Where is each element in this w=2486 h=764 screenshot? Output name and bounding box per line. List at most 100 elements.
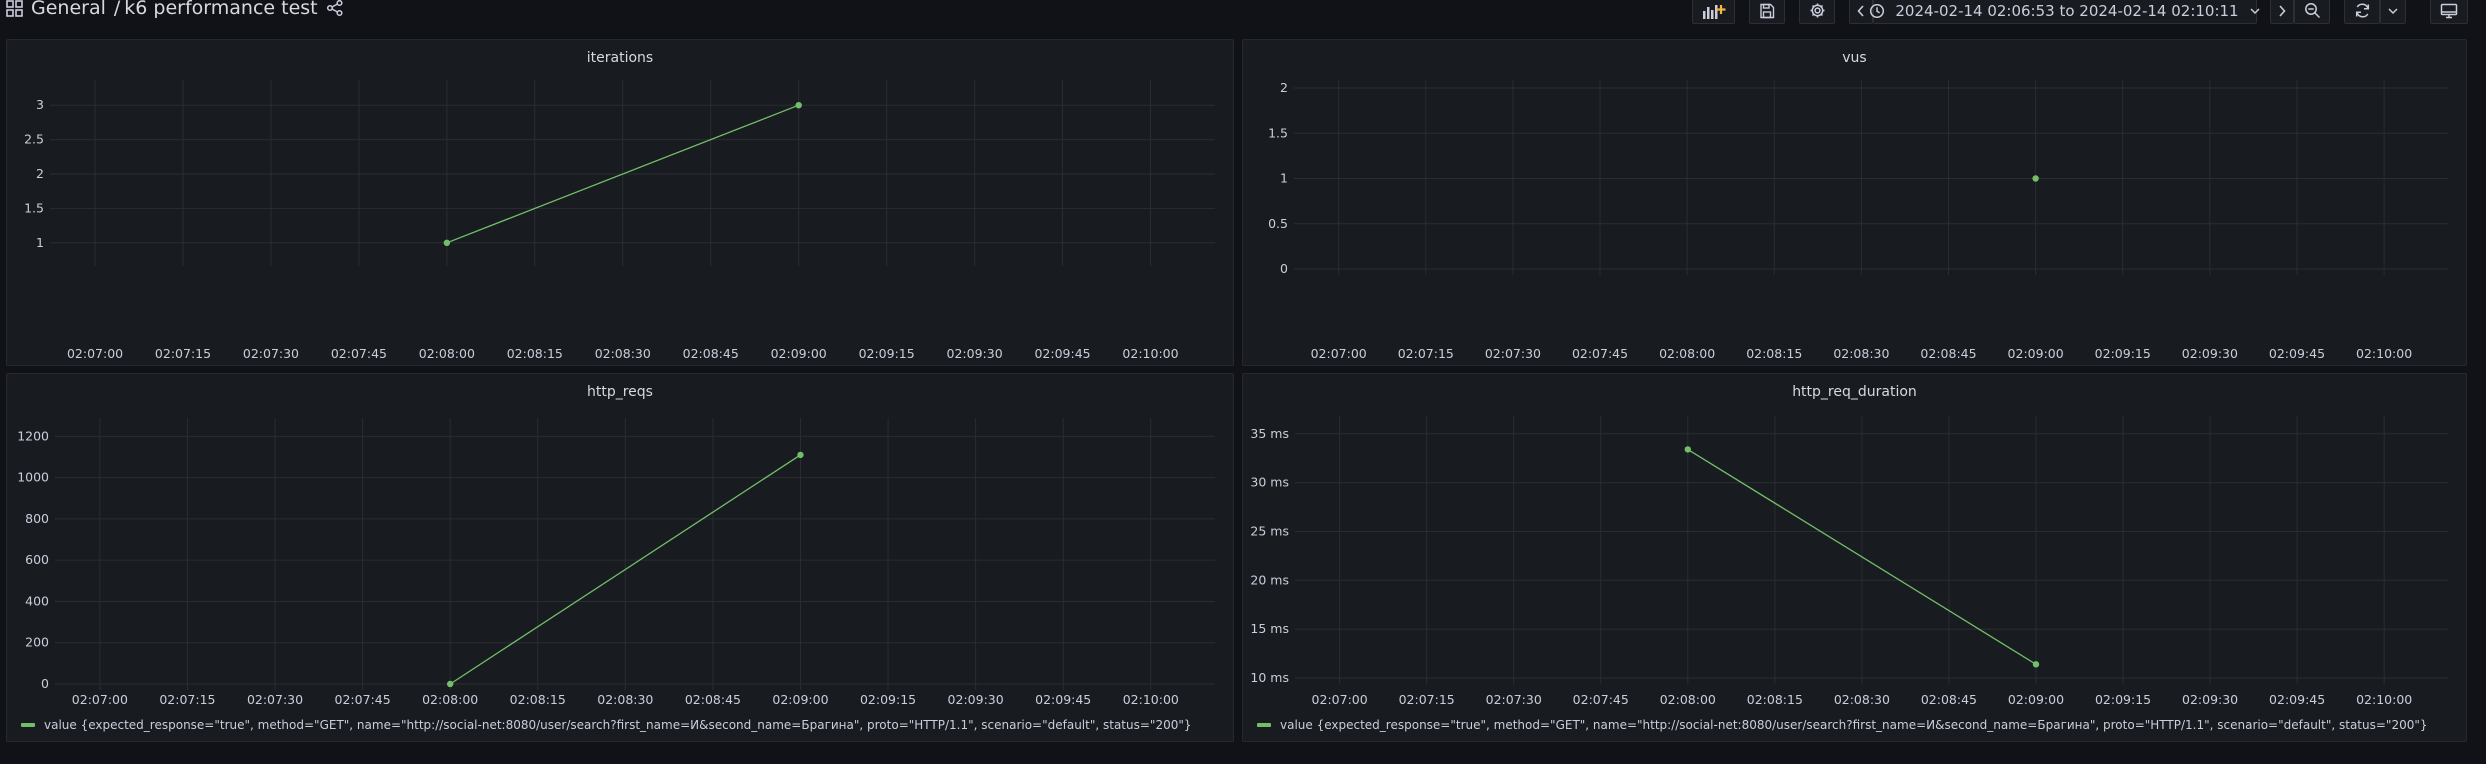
data-point[interactable] (2032, 175, 2039, 182)
x-tick-label: 02:09:15 (859, 346, 915, 361)
x-tick-label: 02:09:15 (860, 692, 916, 707)
x-tick-label: 02:07:15 (1398, 346, 1454, 361)
save-dashboard-button[interactable] (1749, 0, 1785, 24)
y-tick-label: 20 ms (1250, 572, 1289, 587)
x-tick-label: 02:09:45 (2269, 346, 2325, 361)
time-range-picker[interactable]: 2024-02-14 02:06:53 to 2024-02-14 02:10:… (1870, 0, 2260, 24)
legend-label: value {expected_response="true", method=… (1280, 718, 2428, 732)
x-tick-label: 02:09:30 (2182, 692, 2238, 707)
breadcrumb: General / k6 performance test (6, 0, 344, 19)
x-tick-label: 02:09:30 (948, 692, 1004, 707)
tv-mode-button[interactable] (2430, 0, 2468, 24)
legend-swatch (21, 723, 35, 727)
x-tick-label: 02:07:00 (1311, 346, 1367, 361)
dashboard-title[interactable]: k6 performance test (124, 0, 317, 19)
y-tick-label: 200 (25, 635, 49, 650)
x-tick-label: 02:07:00 (67, 346, 123, 361)
x-tick-label: 02:08:00 (1659, 346, 1715, 361)
time-shift-forward-button[interactable] (2270, 0, 2294, 24)
panel-http-reqs[interactable]: http_reqs 02:07:00 02:07:15 02:07:30 02:07:… (6, 373, 1234, 742)
x-tick-label: 02:10:00 (2356, 692, 2412, 707)
y-tick-label: 2.5 (24, 132, 44, 147)
x-tick-label: 02:09:00 (771, 346, 827, 361)
x-tick-label: 02:07:15 (155, 346, 211, 361)
x-tick-label: 02:09:45 (1034, 346, 1090, 361)
y-tick-label: 1200 (17, 428, 49, 443)
x-tick-label: 02:08:30 (597, 692, 653, 707)
data-point[interactable] (797, 451, 804, 459)
x-tick-label: 02:09:45 (2269, 692, 2325, 707)
x-tick-label: 02:08:15 (510, 692, 566, 707)
x-tick-label: 02:08:00 (419, 346, 475, 361)
x-tick-label: 02:10:00 (2356, 346, 2412, 361)
y-tick-label: 1.5 (1268, 125, 1288, 140)
x-tick-label: 02:07:30 (247, 692, 303, 707)
y-tick-label: 25 ms (1250, 523, 1289, 538)
save-icon (1759, 3, 1775, 19)
x-tick-label: 02:10:00 (1123, 692, 1179, 707)
data-point[interactable] (443, 239, 451, 246)
x-tick-label: 02:08:45 (1921, 692, 1977, 707)
y-tick-label: 1000 (17, 470, 49, 485)
y-tick-label: 1.5 (24, 200, 44, 215)
breadcrumb-separator: / (113, 0, 121, 19)
x-tick-label: 02:07:45 (331, 346, 387, 361)
x-tick-label: 02:07:30 (1485, 346, 1541, 361)
x-tick-label: 02:07:15 (1399, 692, 1455, 707)
add-panel-icon (1701, 2, 1727, 20)
panel-iterations[interactable]: iterations 02:07:00 02:07:15 02:07:30 02:07… (6, 39, 1234, 366)
y-tick-label: 1 (1280, 171, 1288, 186)
x-tick-label: 02:08:45 (1920, 346, 1976, 361)
x-tick-label: 02:08:15 (507, 346, 563, 361)
time-range-label: 2024-02-14 02:06:53 to 2024-02-14 02:10:… (1895, 1, 2239, 20)
data-point[interactable] (795, 102, 802, 109)
legend-item[interactable]: value {expected_response="true", method=… (1257, 718, 2428, 732)
x-tick-label: 02:08:45 (683, 346, 739, 361)
chevron-right-icon (2277, 4, 2287, 17)
x-tick-label: 02:08:30 (595, 346, 651, 361)
refresh-button[interactable] (2344, 0, 2380, 24)
chart-http-req-duration: 02:07:00 02:07:15 02:07:30 02:07:45 02:08:00… (1250, 416, 2448, 707)
y-tick-label: 2 (36, 166, 44, 181)
x-tick-label: 02:10:00 (1122, 346, 1178, 361)
x-tick-label: 02:07:00 (1312, 692, 1368, 707)
x-tick-label: 02:09:00 (2008, 346, 2064, 361)
chevron-left-icon (1856, 4, 1866, 17)
y-tick-label: 800 (25, 511, 49, 526)
data-point[interactable] (1684, 446, 1692, 453)
legend-item[interactable]: value {expected_response="true", method=… (21, 718, 1192, 732)
y-tick-label: 3 (36, 97, 44, 112)
x-tick-label: 02:07:30 (1486, 692, 1542, 707)
folder-link[interactable]: General (31, 0, 106, 19)
y-tick-label: 0 (41, 676, 49, 691)
add-panel-button[interactable] (1692, 0, 1735, 24)
x-tick-label: 02:07:45 (335, 692, 391, 707)
y-tick-label: 1 (36, 235, 44, 250)
share-icon[interactable] (326, 0, 344, 17)
dashboard-grid-icon[interactable] (6, 0, 23, 17)
tv-mode-icon (2440, 3, 2458, 19)
chart-http-reqs: 02:07:00 02:07:15 02:07:30 02:07:45 02:08:00… (17, 418, 1215, 707)
zoom-out-button[interactable] (2294, 0, 2330, 24)
refresh-interval-picker[interactable] (2380, 0, 2406, 24)
chevron-down-icon (2387, 6, 2399, 16)
panel-http-req-duration[interactable]: http_req_duration 02:07:00 02:07:15 02:07:… (1242, 373, 2467, 742)
data-point[interactable] (446, 680, 454, 688)
dashboard-settings-button[interactable] (1799, 0, 1835, 24)
x-tick-label: 02:08:15 (1746, 346, 1802, 361)
zoom-out-icon (2304, 2, 2321, 19)
panel-vus[interactable]: vus 02:07:00 02:07:15 02:07:30 02:07:45 02:0… (1242, 39, 2467, 366)
y-tick-label: 600 (25, 552, 49, 567)
data-point[interactable] (2032, 661, 2040, 668)
x-tick-label: 02:07:15 (159, 692, 215, 707)
x-tick-label: 02:09:15 (2095, 346, 2151, 361)
x-tick-label: 02:08:30 (1833, 346, 1889, 361)
chart-vus: 02:07:00 02:07:15 02:07:30 02:07:45 02:08:00… (1268, 80, 2448, 361)
y-tick-label: 35 ms (1250, 426, 1289, 441)
y-tick-label: 30 ms (1250, 475, 1289, 490)
refresh-icon (2354, 2, 2371, 19)
y-tick-label: 10 ms (1250, 670, 1289, 685)
x-tick-label: 02:08:45 (685, 692, 741, 707)
chart-iterations: 02:07:00 02:07:15 02:07:30 02:07:45 02:08:00… (24, 80, 1215, 361)
y-tick-label: 15 ms (1250, 621, 1289, 636)
